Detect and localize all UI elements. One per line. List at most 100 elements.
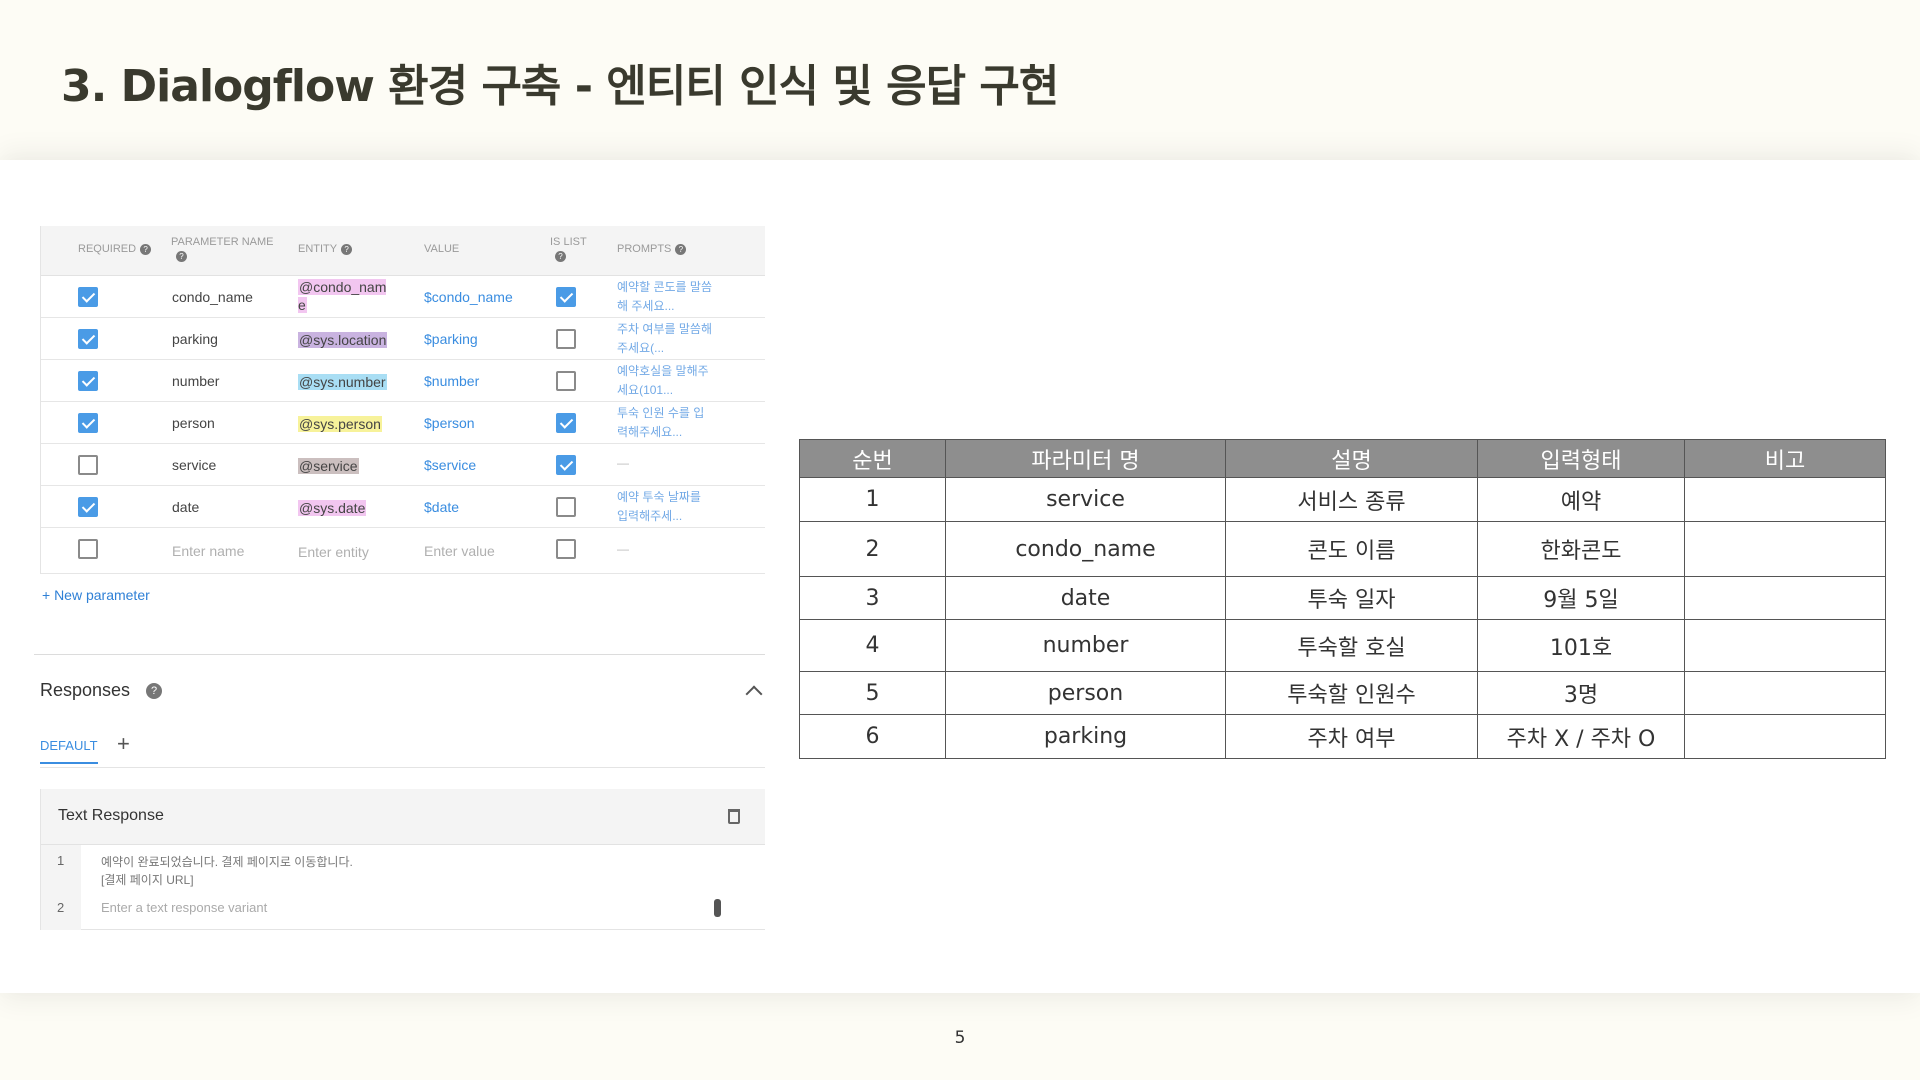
is-list-checkbox[interactable]: [556, 371, 576, 391]
parameter-row: date @sys.date $date 예약 투숙 날짜를 입력해주세...: [41, 486, 765, 528]
parameter-row: parking @sys.location $parking 주차 여부를 말씀해 주…: [41, 318, 765, 360]
required-checkbox[interactable]: [78, 455, 98, 475]
prompt-text[interactable]: 예약호실을 말해주세요(101...: [617, 362, 712, 400]
page-title: 3. Dialogflow 환경 구축 - 엔티티 인식 및 응답 구현: [61, 61, 1059, 112]
table-row: 2 condo_name 콘도 이름 한화콘도: [799, 521, 1886, 577]
column-header: 설명: [1225, 439, 1478, 478]
table-cell: 서비스 종류: [1225, 477, 1478, 522]
is-list-checkbox[interactable]: [556, 413, 576, 433]
entity-chip[interactable]: @sys.date: [298, 499, 390, 517]
trash-icon[interactable]: [728, 809, 740, 824]
entity-chip[interactable]: @sys.number: [298, 373, 390, 391]
parameter-row: condo_name @condo_name $condo_name 예약할 콘도를 …: [41, 276, 765, 318]
is-list-checkbox[interactable]: [556, 287, 576, 307]
table-cell: [1684, 521, 1886, 577]
table-cell: service: [945, 477, 1226, 522]
required-checkbox[interactable]: [78, 329, 98, 349]
header-parameter-name: PARAMETER NAME?: [171, 236, 274, 262]
is-list-checkbox[interactable]: [556, 539, 576, 559]
entity-chip[interactable]: @condo_name: [298, 278, 390, 314]
column-header: 파라미터 명: [945, 439, 1226, 478]
divider: [40, 767, 765, 768]
entity-text: @condo_name: [298, 279, 387, 313]
prompt-text[interactable]: 예약 투숙 날짜를 입력해주세...: [617, 488, 712, 526]
parameter-value[interactable]: $person: [424, 415, 475, 431]
parameter-value[interactable]: $number: [424, 373, 479, 389]
parameter-table: REQUIRED? PARAMETER NAME? ENTITY? VALUE …: [40, 226, 765, 574]
prompt-text[interactable]: 주차 여부를 말씀해 주세요(...: [617, 320, 712, 358]
tab-default[interactable]: DEFAULT: [40, 738, 98, 764]
parameter-name[interactable]: condo_name: [172, 289, 253, 305]
text-response-body: 1 예약이 완료되었습니다. 결제 페이지로 이동합니다. [결제 페이지 URL…: [41, 845, 765, 930]
required-checkbox[interactable]: [78, 539, 98, 559]
table-cell: 주차 여부: [1225, 714, 1478, 759]
parameter-value[interactable]: $service: [424, 457, 476, 473]
help-icon[interactable]: ?: [146, 683, 162, 699]
header-required: REQUIRED?: [78, 242, 152, 256]
response-variant-input[interactable]: Enter a text response variant: [101, 900, 267, 915]
table-cell: 투숙 일자: [1225, 576, 1478, 620]
prompt-text[interactable]: 투숙 인원 수를 입력해주세요...: [617, 404, 712, 442]
parameter-row: service @service $service —: [41, 444, 765, 486]
line-number: 2: [57, 900, 65, 915]
value-input[interactable]: Enter value: [424, 543, 495, 559]
prompt-text[interactable]: 예약할 콘도를 말씀해 주세요...: [617, 278, 712, 316]
table-cell: 6: [799, 714, 946, 759]
table-header-row: 순번 파라미터 명 설명 입력형태 비고: [799, 439, 1886, 478]
parameter-name[interactable]: person: [172, 415, 215, 431]
is-list-checkbox[interactable]: [556, 455, 576, 475]
table-row: 3 date 투숙 일자 9월 5일: [799, 576, 1886, 620]
table-row: 6 parking 주차 여부 주차 X / 주차 O: [799, 714, 1886, 759]
parameter-name[interactable]: parking: [172, 331, 218, 347]
help-icon[interactable]: ?: [555, 250, 566, 262]
column-header: 비고: [1684, 439, 1886, 478]
new-parameter-link[interactable]: + New parameter: [42, 587, 150, 603]
help-icon[interactable]: ?: [176, 250, 187, 262]
parameter-name-input[interactable]: Enter name: [172, 543, 244, 559]
table-cell: 9월 5일: [1477, 576, 1685, 620]
table-cell: [1684, 477, 1886, 522]
table-cell: 3: [799, 576, 946, 620]
response-variant-1[interactable]: 예약이 완료되었습니다. 결제 페이지로 이동합니다. [결제 페이지 URL]: [101, 853, 353, 889]
dialogflow-screenshot: REQUIRED? PARAMETER NAME? ENTITY? VALUE …: [34, 226, 765, 930]
table-cell: [1684, 671, 1886, 715]
entity-chip[interactable]: @sys.location: [298, 331, 390, 349]
parameter-name[interactable]: service: [172, 457, 216, 473]
table-cell: 투숙할 인원수: [1225, 671, 1478, 715]
table-cell: parking: [945, 714, 1226, 759]
required-checkbox[interactable]: [78, 497, 98, 517]
entity-chip[interactable]: @sys.person: [298, 415, 390, 433]
chevron-up-icon[interactable]: [745, 685, 763, 703]
required-checkbox[interactable]: [78, 287, 98, 307]
prompt-empty: —: [617, 542, 629, 556]
help-icon[interactable]: ?: [140, 243, 152, 255]
is-list-checkbox[interactable]: [556, 329, 576, 349]
required-checkbox[interactable]: [78, 371, 98, 391]
header-value: VALUE: [424, 243, 460, 255]
help-icon[interactable]: ?: [675, 243, 687, 255]
page-number: 5: [954, 1028, 966, 1048]
column-header: 입력형태: [1477, 439, 1685, 478]
parameter-name[interactable]: number: [172, 373, 219, 389]
parameter-name[interactable]: date: [172, 499, 199, 515]
header-is-list: IS LIST?: [550, 236, 587, 262]
help-icon[interactable]: ?: [341, 243, 353, 255]
text-response-title: Text Response: [58, 807, 164, 824]
parameter-value[interactable]: $parking: [424, 331, 478, 347]
add-tab-button[interactable]: +: [117, 731, 130, 757]
required-checkbox[interactable]: [78, 413, 98, 433]
parameter-value[interactable]: $condo_name: [424, 289, 513, 305]
table-cell: 주차 X / 주차 O: [1477, 714, 1685, 759]
divider: [34, 654, 765, 655]
table-cell: number: [945, 619, 1226, 672]
is-list-checkbox[interactable]: [556, 497, 576, 517]
text-response-header: Text Response: [41, 789, 765, 845]
entity-input[interactable]: Enter entity: [298, 543, 418, 561]
table-cell: 투숙할 호실: [1225, 619, 1478, 672]
entity-text: @sys.person: [298, 416, 382, 432]
parameter-value[interactable]: $date: [424, 499, 459, 515]
entity-chip[interactable]: @service: [298, 457, 390, 475]
parameter-row: number @sys.number $number 예약호실을 말해주세요(101.…: [41, 360, 765, 402]
table-row: 5 person 투숙할 인원수 3명: [799, 671, 1886, 715]
scrollbar-handle[interactable]: [714, 899, 721, 917]
